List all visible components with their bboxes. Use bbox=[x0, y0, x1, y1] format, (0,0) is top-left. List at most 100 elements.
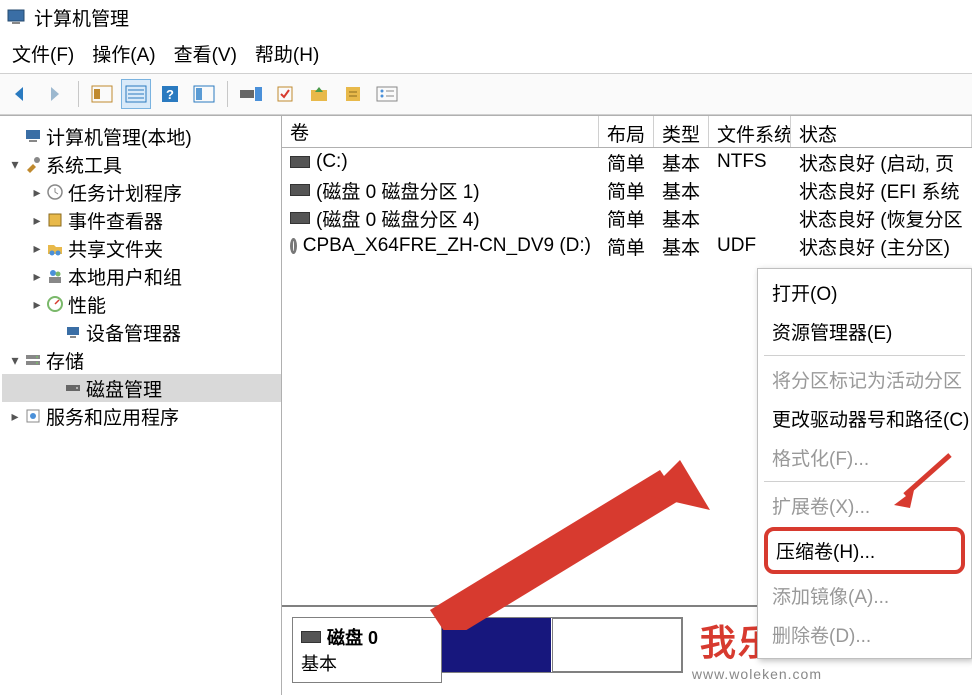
tree-label: 性能 bbox=[68, 291, 106, 318]
volume-state: 状态良好 (主分区) bbox=[791, 231, 972, 262]
expander-icon[interactable]: ▸ bbox=[28, 184, 46, 201]
volume-layout: 简单 bbox=[599, 147, 654, 178]
toolbar-divider bbox=[227, 81, 228, 107]
tree-label: 共享文件夹 bbox=[68, 235, 163, 262]
event-icon bbox=[46, 211, 64, 229]
col-filesystem[interactable]: 文件系统 bbox=[709, 116, 791, 147]
tree-label: 本地用户和组 bbox=[68, 263, 182, 290]
tree-shared-folders[interactable]: ▸ 共享文件夹 bbox=[2, 234, 281, 262]
computer-management-icon bbox=[6, 7, 26, 27]
menu-explorer[interactable]: 资源管理器(E) bbox=[758, 312, 971, 351]
volume-name: (C:) bbox=[316, 151, 348, 173]
help-button[interactable]: ? bbox=[155, 79, 185, 109]
expander-icon[interactable]: ▾ bbox=[6, 352, 24, 369]
settings-button[interactable] bbox=[236, 79, 266, 109]
tree-label: 设备管理器 bbox=[86, 319, 181, 346]
view-detail-button[interactable] bbox=[189, 79, 219, 109]
view-list-button[interactable] bbox=[121, 79, 151, 109]
tree-services[interactable]: ▸ 服务和应用程序 bbox=[2, 402, 281, 430]
svg-text:?: ? bbox=[166, 87, 174, 102]
tree-system-tools[interactable]: ▾ 系统工具 bbox=[2, 150, 281, 178]
users-icon bbox=[46, 267, 64, 285]
clock-icon bbox=[46, 183, 64, 201]
shared-folder-icon bbox=[46, 239, 64, 257]
toolbar-divider bbox=[78, 81, 79, 107]
volume-type: 基本 bbox=[654, 147, 709, 178]
menu-file[interactable]: 文件(F) bbox=[12, 40, 74, 67]
disk-partition-graphic bbox=[442, 617, 683, 673]
menu-open[interactable]: 打开(O) bbox=[758, 273, 971, 312]
tree-label: 存储 bbox=[46, 347, 84, 374]
tree-local-users[interactable]: ▸ 本地用户和组 bbox=[2, 262, 281, 290]
tree-root[interactable]: 计算机管理(本地) bbox=[2, 122, 281, 150]
menu-separator bbox=[764, 481, 965, 482]
menu-extend: 扩展卷(X)... bbox=[758, 486, 971, 525]
volume-row[interactable]: CPBA_X64FRE_ZH-CN_DV9 (D:) 简单 基本 UDF 状态良… bbox=[282, 232, 972, 260]
volume-fs bbox=[709, 216, 791, 220]
tree-label: 计算机管理(本地) bbox=[46, 123, 192, 150]
partition-block[interactable] bbox=[552, 618, 682, 672]
tree-performance[interactable]: ▸ 性能 bbox=[2, 290, 281, 318]
expander-icon[interactable]: ▸ bbox=[28, 268, 46, 285]
volume-row[interactable]: (磁盘 0 磁盘分区 4) 简单 基本 状态良好 (恢复分区 bbox=[282, 204, 972, 232]
menu-help[interactable]: 帮助(H) bbox=[255, 40, 319, 67]
drive-icon bbox=[301, 631, 321, 643]
col-type[interactable]: 类型 bbox=[654, 116, 709, 147]
tree-storage[interactable]: ▾ 存储 bbox=[2, 346, 281, 374]
col-layout[interactable]: 布局 bbox=[599, 116, 654, 147]
volume-layout: 简单 bbox=[599, 175, 654, 206]
drive-icon bbox=[290, 184, 310, 196]
volume-state: 状态良好 (启动, 页 bbox=[791, 147, 972, 178]
volume-layout: 简单 bbox=[599, 203, 654, 234]
watermark-url: www.woleken.com bbox=[692, 666, 822, 682]
tree-event-viewer[interactable]: ▸ 事件查看器 bbox=[2, 206, 281, 234]
volume-fs: NTFS bbox=[709, 149, 791, 175]
menubar: 文件(F) 操作(A) 查看(V) 帮助(H) bbox=[0, 34, 972, 73]
window-title: 计算机管理 bbox=[34, 4, 129, 31]
volume-type: 基本 bbox=[654, 231, 709, 262]
menu-separator bbox=[764, 355, 965, 356]
tree-task-scheduler[interactable]: ▸ 任务计划程序 bbox=[2, 178, 281, 206]
drive-icon bbox=[290, 156, 310, 168]
storage-icon bbox=[24, 351, 42, 369]
menu-delete: 删除卷(D)... bbox=[758, 615, 971, 654]
options-button[interactable] bbox=[372, 79, 402, 109]
device-icon bbox=[64, 323, 82, 341]
volume-name: (磁盘 0 磁盘分区 1) bbox=[316, 177, 480, 204]
tree-device-manager[interactable]: 设备管理器 bbox=[2, 318, 281, 346]
volume-row[interactable]: (C:) 简单 基本 NTFS 状态良好 (启动, 页 bbox=[282, 148, 972, 176]
services-icon bbox=[24, 407, 42, 425]
properties-button[interactable] bbox=[338, 79, 368, 109]
expander-icon[interactable]: ▸ bbox=[28, 296, 46, 313]
partition-block[interactable] bbox=[442, 618, 552, 672]
volume-fs: UDF bbox=[709, 233, 791, 259]
menu-add-mirror: 添加镜像(A)... bbox=[758, 576, 971, 615]
expander-icon[interactable]: ▸ bbox=[6, 408, 24, 425]
volume-fs bbox=[709, 188, 791, 192]
disk-label-box[interactable]: 磁盘 0 基本 bbox=[292, 617, 442, 683]
menu-change-letter[interactable]: 更改驱动器号和路径(C) bbox=[758, 399, 971, 438]
menu-action[interactable]: 操作(A) bbox=[92, 40, 155, 67]
back-button[interactable] bbox=[6, 79, 36, 109]
cd-icon bbox=[290, 238, 297, 254]
tree-label: 磁盘管理 bbox=[86, 375, 162, 402]
disk-name: 磁盘 0 bbox=[327, 624, 378, 650]
folder-up-button[interactable] bbox=[304, 79, 334, 109]
window-titlebar: 计算机管理 bbox=[0, 0, 972, 34]
volume-state: 状态良好 (恢复分区 bbox=[791, 203, 972, 234]
checklist-button[interactable] bbox=[270, 79, 300, 109]
expander-icon[interactable]: ▸ bbox=[28, 212, 46, 229]
menu-view[interactable]: 查看(V) bbox=[174, 40, 237, 67]
disk-type: 基本 bbox=[301, 650, 433, 676]
col-state[interactable]: 状态 bbox=[791, 116, 972, 147]
expander-icon[interactable]: ▾ bbox=[6, 156, 24, 173]
volume-state: 状态良好 (EFI 系统 bbox=[791, 175, 972, 206]
forward-button[interactable] bbox=[40, 79, 70, 109]
volume-row[interactable]: (磁盘 0 磁盘分区 1) 简单 基本 状态良好 (EFI 系统 bbox=[282, 176, 972, 204]
expander-icon[interactable]: ▸ bbox=[28, 240, 46, 257]
menu-shrink[interactable]: 压缩卷(H)... bbox=[764, 527, 965, 574]
tree-disk-management[interactable]: 磁盘管理 bbox=[2, 374, 281, 402]
col-volume[interactable]: 卷 bbox=[282, 116, 599, 147]
show-hide-tree-button[interactable] bbox=[87, 79, 117, 109]
tree-label: 事件查看器 bbox=[68, 207, 163, 234]
